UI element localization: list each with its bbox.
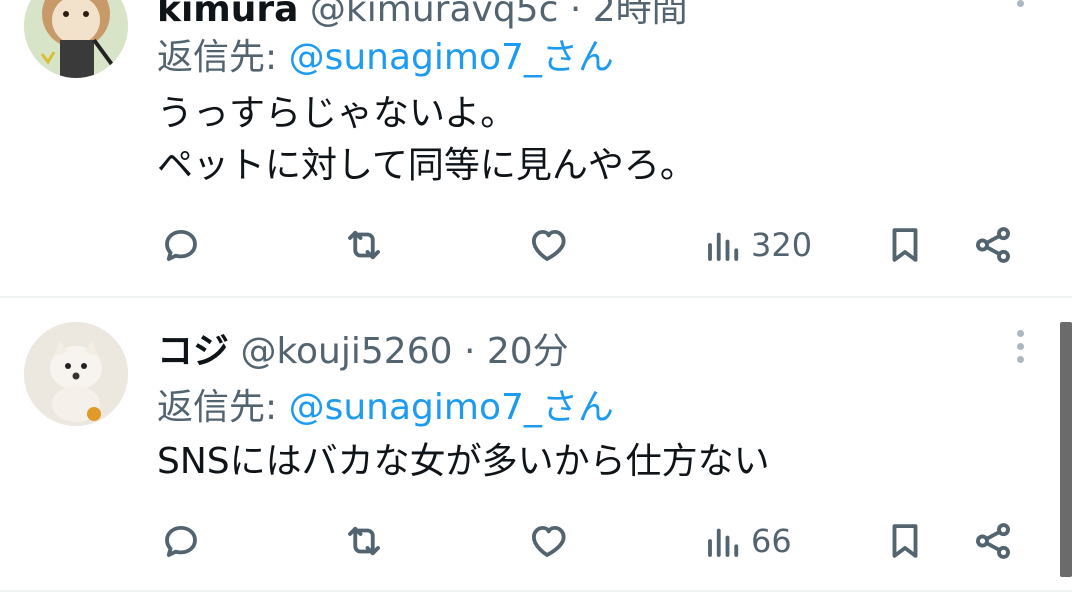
- reply-icon: [165, 229, 197, 261]
- separator-dot: ·: [569, 0, 582, 30]
- hamster-avatar-image: [24, 0, 128, 78]
- bookmark-icon: [892, 228, 918, 262]
- avatar[interactable]: [24, 322, 128, 426]
- reply-prefix: 返信先:: [157, 37, 278, 78]
- bookmark-icon: [892, 524, 918, 558]
- scrollbar[interactable]: [1060, 322, 1072, 577]
- puppy-avatar-image: [24, 322, 128, 426]
- views-button[interactable]: 66: [703, 516, 792, 566]
- heart-icon: [531, 525, 566, 557]
- tweet-actions: 66: [0, 516, 1072, 566]
- bookmark-button[interactable]: [884, 220, 926, 270]
- tweet-actions: 320: [0, 220, 1072, 270]
- reply-prefix: 返信先:: [157, 387, 278, 428]
- share-button[interactable]: [972, 220, 1014, 270]
- heart-icon: [531, 229, 566, 261]
- like-button[interactable]: [526, 516, 568, 566]
- reply-context: 返信先: @sunagimo7_さん: [157, 378, 614, 430]
- share-button[interactable]: [972, 516, 1014, 566]
- avatar[interactable]: [24, 0, 128, 78]
- bookmark-button[interactable]: [884, 516, 926, 566]
- tweet-text: SNSにはバカな女が多いから仕方ない: [157, 436, 770, 488]
- views-icon: [708, 528, 739, 557]
- tweet-text-line: うっすらじゃないよ。: [157, 93, 517, 134]
- separator-dot: ·: [463, 331, 476, 372]
- retweet-button[interactable]: [343, 516, 385, 566]
- more-options-icon[interactable]: [1010, 0, 1030, 14]
- share-icon: [976, 523, 1010, 559]
- views-count: 66: [751, 522, 792, 560]
- tweet-header: コジ @kouji5260 · 20分: [157, 322, 569, 374]
- display-name[interactable]: コジ: [157, 331, 229, 372]
- retweet-icon: [348, 230, 380, 260]
- tweet-divider: [0, 590, 1072, 592]
- retweet-button[interactable]: [343, 220, 385, 270]
- timestamp[interactable]: 20分: [487, 331, 569, 372]
- reply-button[interactable]: [160, 220, 202, 270]
- reply-mention-link[interactable]: @sunagimo7_さん: [289, 37, 614, 78]
- tweet-text: うっすらじゃないよ。 ペットに対して同等に見んやろ。: [157, 88, 696, 192]
- share-icon: [976, 227, 1010, 263]
- more-options-icon[interactable]: [1010, 330, 1030, 370]
- user-handle[interactable]: @kouji5260: [240, 331, 452, 372]
- like-button[interactable]: [526, 220, 568, 270]
- tweet[interactable]: kimura @kimuravq5c · 2時間 返信先: @sunagimo7…: [0, 0, 1072, 296]
- user-handle[interactable]: @kimuravq5c: [310, 0, 558, 30]
- reply-button[interactable]: [160, 516, 202, 566]
- views-count: 320: [751, 226, 813, 264]
- views-icon: [708, 232, 739, 261]
- reply-mention-link[interactable]: @sunagimo7_さん: [289, 387, 614, 428]
- reply-icon: [165, 525, 197, 557]
- display-name[interactable]: kimura: [157, 0, 298, 30]
- views-button[interactable]: 320: [703, 220, 812, 270]
- retweet-icon: [348, 526, 380, 556]
- tweet[interactable]: コジ @kouji5260 · 20分 返信先: @sunagimo7_さん S…: [0, 298, 1072, 588]
- reply-context: 返信先: @sunagimo7_さん: [157, 28, 614, 80]
- timestamp[interactable]: 2時間: [593, 0, 688, 30]
- tweet-text-line: ペットに対して同等に見んやろ。: [157, 145, 696, 186]
- tweet-text-line: SNSにはバカな女が多いから仕方ない: [157, 441, 770, 482]
